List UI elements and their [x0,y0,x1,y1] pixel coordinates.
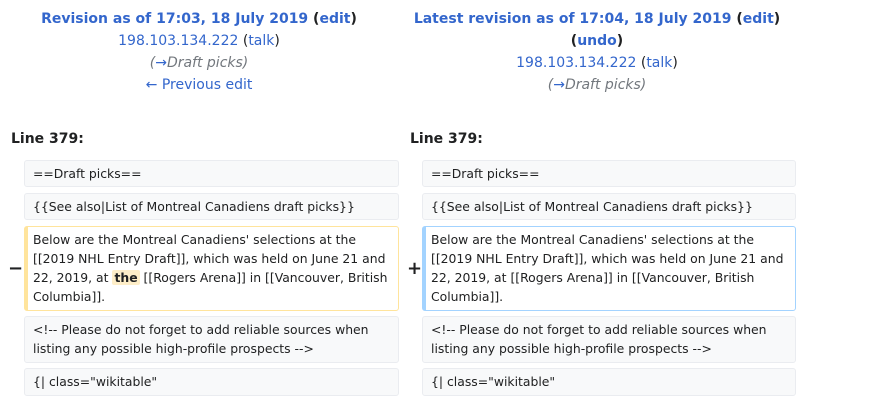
deleted-word-highlight: the [112,270,140,285]
diff-added-line: Below are the Montreal Canadiens' select… [422,226,796,311]
left-user-line: 198.103.134.222 (talk) [118,33,280,49]
diff-deleted-line: Below are the Montreal Canadiens' select… [24,226,399,311]
right-revision-title: Latest revision as of 17:04, 18 July 201… [413,11,781,27]
undo-line: (undo) [570,33,624,49]
left-summary-text: Draft picks [166,55,243,71]
diff-context-right: ==Draft picks== [422,160,796,187]
diff-context-left: {{See also|List of Montreal Canadiens dr… [24,193,399,220]
right-revision-link[interactable]: Latest revision as of 17:04, 18 July 201… [414,11,732,27]
diff-context-left: {| class="wikitable" [24,368,399,396]
diff-context-right: {{See also|List of Montreal Canadiens dr… [422,193,796,220]
previous-edit-link[interactable]: ← Previous edit [146,77,253,93]
right-user-line: 198.103.134.222 (talk) [516,55,678,71]
right-section-link-arrow[interactable]: → [553,77,565,93]
left-edit-link[interactable]: edit [319,11,350,27]
left-revision-header: Revision as of 17:03, 18 July 2019 (edit… [0,8,398,96]
left-edit-summary: (→Draft picks) [149,55,249,71]
left-user-link[interactable]: 198.103.134.222 [118,33,238,49]
undo-link[interactable]: undo [577,33,617,49]
left-section-link-arrow[interactable]: → [155,55,167,71]
diff-context-right: <!-- Please do not forget to add reliabl… [422,316,796,363]
deletion-marker: − [8,258,24,279]
right-user-link[interactable]: 198.103.134.222 [516,55,636,71]
left-revision-title: Revision as of 17:03, 18 July 2019 (edit… [41,11,357,27]
right-edit-summary: (→Draft picks) [547,77,647,93]
left-revision-link[interactable]: Revision as of 17:03, 18 July 2019 [41,11,308,27]
right-edit-link[interactable]: edit [743,11,774,27]
addition-marker: + [407,258,423,279]
right-summary-text: Draft picks [564,77,641,93]
left-talk-link[interactable]: talk [248,33,274,49]
right-line-number: Line 379: [410,131,483,147]
diff-context-left: <!-- Please do not forget to add reliabl… [24,316,399,363]
diff-context-left: ==Draft picks== [24,160,399,187]
left-line-number: Line 379: [11,131,84,147]
right-talk-link[interactable]: talk [646,55,672,71]
right-revision-header: Latest revision as of 17:04, 18 July 201… [398,8,796,96]
diff-context-right: {| class="wikitable" [422,368,796,396]
